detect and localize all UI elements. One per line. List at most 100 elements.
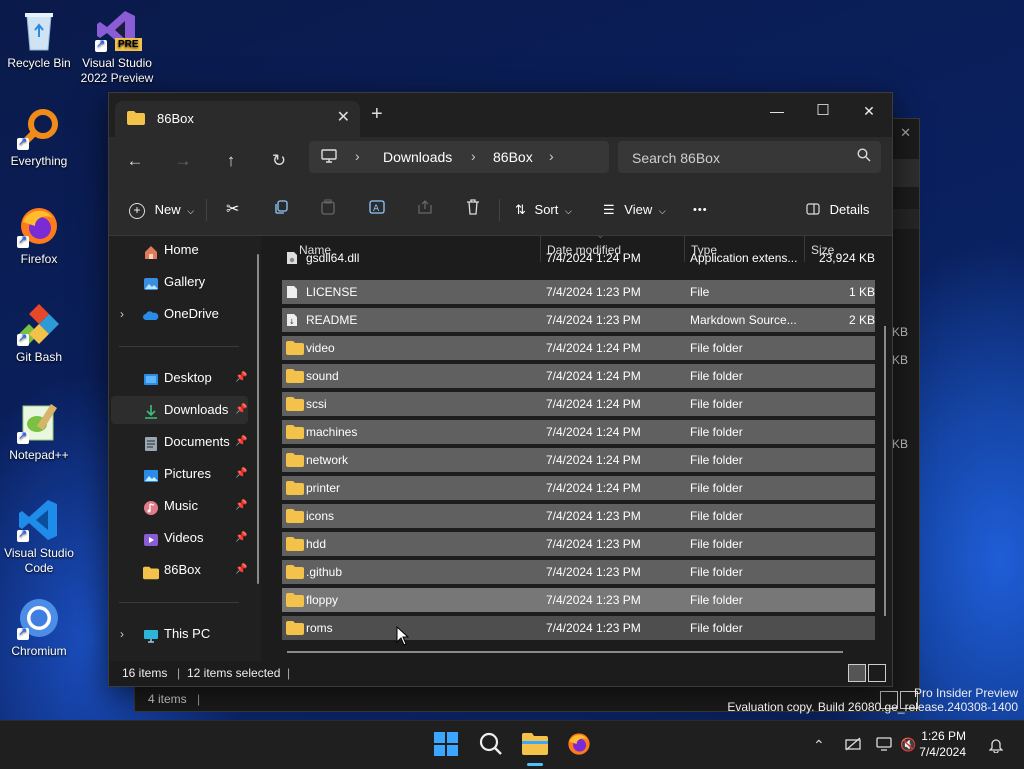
title-bar[interactable]: 86Box ✕ + — ☐ ✕ — [109, 93, 892, 137]
desktop-icon-vscode[interactable]: Visual Studio Code — [0, 498, 78, 576]
nav-item-downloads[interactable]: Downloads 📌 — [111, 396, 248, 424]
folder-icon — [286, 425, 304, 442]
start-windows-icon[interactable] — [433, 731, 461, 759]
horizontal-scrollbar[interactable] — [287, 651, 843, 653]
desktop-icon-firefox[interactable]: Firefox — [0, 204, 78, 267]
new-button[interactable]: + New ⌵ — [129, 199, 194, 221]
file-row[interactable]: sound 7/4/2024 1:24 PM File folder — [282, 364, 875, 388]
desktop-icon-visual-studio[interactable]: PRE Visual Studio 2022 Preview — [78, 8, 156, 86]
nav-item-videos[interactable]: Videos 📌 — [111, 524, 248, 552]
tiles-view-icon[interactable] — [868, 664, 886, 682]
monitor-icon[interactable] — [876, 737, 892, 754]
minimize-button[interactable]: — — [755, 97, 799, 125]
monitor-icon[interactable] — [321, 149, 337, 168]
back-arrow-icon[interactable]: ← — [121, 147, 149, 175]
up-arrow-icon[interactable]: ↑ — [217, 147, 245, 175]
nav-item-home[interactable]: Home — [111, 236, 248, 264]
desktop-icon-recycle-bin[interactable]: Recycle Bin — [0, 8, 78, 71]
chevron-right-icon[interactable]: › — [355, 148, 360, 164]
rename-icon[interactable]: A — [369, 199, 385, 221]
chevron-right-icon[interactable]: › — [120, 300, 124, 328]
details-pane-button[interactable]: Details — [806, 199, 869, 221]
pre-badge: PRE — [115, 38, 142, 51]
file-row[interactable]: LICENSE 7/4/2024 1:23 PM File 1 KB — [282, 280, 875, 304]
background-status-count: 4 items — [148, 692, 187, 706]
tab-close-icon[interactable]: ✕ — [337, 107, 350, 127]
chevron-right-icon[interactable]: › — [471, 148, 476, 164]
file-explorer-window[interactable]: 86Box ✕ + — ☐ ✕ ← → ↑ ↻ › Downloads › 86… — [108, 92, 893, 687]
nav-scrollbar[interactable] — [257, 254, 259, 584]
chevron-up-icon[interactable]: ⌃ — [813, 737, 825, 754]
chevron-right-icon[interactable]: › — [549, 148, 554, 164]
nav-item-pictures[interactable]: Pictures 📌 — [111, 460, 248, 488]
chevron-right-icon[interactable]: › — [120, 620, 124, 648]
search-icon[interactable] — [478, 731, 506, 759]
file-row[interactable]: roms 7/4/2024 1:23 PM File folder — [282, 616, 875, 640]
sort-button[interactable]: ⇅ Sort ⌵ — [515, 199, 572, 221]
nav-item-this-pc[interactable]: › This PC — [111, 620, 248, 648]
pin-icon[interactable]: 📌 — [235, 556, 247, 584]
pin-icon[interactable]: 📌 — [235, 492, 247, 520]
volume-muted-icon[interactable]: 🔇 — [900, 737, 916, 753]
taskbar-clock[interactable]: 1:26 PM 7/4/2024 — [919, 728, 966, 760]
firefox-taskbar-icon[interactable] — [566, 731, 594, 759]
copy-icon[interactable] — [273, 199, 289, 221]
file-row[interactable]: network 7/4/2024 1:24 PM File folder — [282, 448, 875, 472]
nav-item-86box[interactable]: 86Box 📌 — [111, 556, 248, 584]
refresh-icon[interactable]: ↻ — [265, 147, 293, 175]
file-row[interactable]: .github 7/4/2024 1:23 PM File folder — [282, 560, 875, 584]
desktop-icon-everything[interactable]: Everything — [0, 106, 78, 169]
maximize-button[interactable]: ☐ — [801, 97, 845, 125]
details-view-icon[interactable] — [848, 664, 866, 682]
file-row[interactable]: printer 7/4/2024 1:24 PM File folder — [282, 476, 875, 500]
file-row[interactable]: hdd 7/4/2024 1:23 PM File folder — [282, 532, 875, 556]
pin-icon[interactable]: 📌 — [235, 524, 247, 552]
file-type: File folder — [690, 593, 743, 607]
pin-icon[interactable]: 📌 — [235, 396, 247, 424]
paste-icon[interactable] — [321, 199, 335, 221]
notepad-plus-plus-icon — [17, 400, 61, 444]
nav-item-desktop[interactable]: Desktop 📌 — [111, 364, 248, 392]
file-row[interactable]: ↓ README 7/4/2024 1:23 PM Markdown Source..… — [282, 308, 875, 332]
search-icon[interactable] — [857, 148, 871, 167]
view-button[interactable]: ☰ View ⌵ — [603, 199, 666, 221]
breadcrumb-86box[interactable]: 86Box — [493, 149, 533, 165]
background-close-icon[interactable]: ✕ — [900, 125, 911, 141]
nav-item-gallery[interactable]: Gallery — [111, 268, 248, 296]
file-explorer-taskbar-icon[interactable] — [521, 731, 549, 759]
see-more-button[interactable]: ••• — [693, 199, 708, 221]
file-row[interactable]: floppy 7/4/2024 1:23 PM File folder — [282, 588, 875, 612]
pin-icon[interactable]: 📌 — [235, 364, 247, 392]
nav-item-onedrive[interactable]: › OneDrive — [111, 300, 248, 328]
desktop-icon-notepad-plus-plus[interactable]: Notepad++ — [0, 400, 78, 463]
search-input[interactable] — [630, 147, 854, 169]
desktop-icon-chromium[interactable]: Chromium — [0, 596, 78, 659]
file-row[interactable]: machines 7/4/2024 1:24 PM File folder — [282, 420, 875, 444]
delete-icon[interactable] — [466, 199, 480, 221]
nav-item-music[interactable]: Music 📌 — [111, 492, 248, 520]
file-row[interactable]: scsi 7/4/2024 1:24 PM File folder — [282, 392, 875, 416]
background-size-fragment: KB — [892, 353, 909, 367]
share-icon[interactable] — [417, 199, 433, 221]
cut-icon[interactable]: ✂ — [226, 199, 239, 221]
nav-item-documents[interactable]: Documents 📌 — [111, 428, 248, 456]
file-row[interactable]: gsdll64.dll 7/4/2024 1:24 PM Application e… — [282, 246, 875, 270]
close-button[interactable]: ✕ — [847, 97, 891, 125]
file-row[interactable]: video 7/4/2024 1:24 PM File folder — [282, 336, 875, 360]
notification-bell-icon[interactable] — [988, 737, 1004, 756]
file-list-scrollbar[interactable] — [884, 326, 886, 616]
forward-arrow-icon[interactable]: → — [169, 147, 197, 175]
breadcrumb-downloads[interactable]: Downloads — [383, 149, 452, 165]
file-date: 7/4/2024 1:23 PM — [546, 593, 641, 607]
search-box[interactable] — [618, 141, 881, 173]
file-row[interactable]: icons 7/4/2024 1:23 PM File folder — [282, 504, 875, 528]
pin-icon[interactable]: 📌 — [235, 460, 247, 488]
file-date: 7/4/2024 1:23 PM — [546, 313, 641, 327]
folder-icon — [286, 565, 304, 582]
desktop-icon-git-bash[interactable]: Git Bash — [0, 302, 78, 365]
pin-icon[interactable]: 📌 — [235, 428, 247, 456]
breadcrumb[interactable]: › Downloads › 86Box › — [309, 141, 609, 173]
network-disconnected-icon[interactable] — [845, 737, 861, 754]
new-tab-button[interactable]: + — [371, 103, 383, 126]
tab-86box[interactable]: 86Box ✕ — [115, 101, 360, 137]
